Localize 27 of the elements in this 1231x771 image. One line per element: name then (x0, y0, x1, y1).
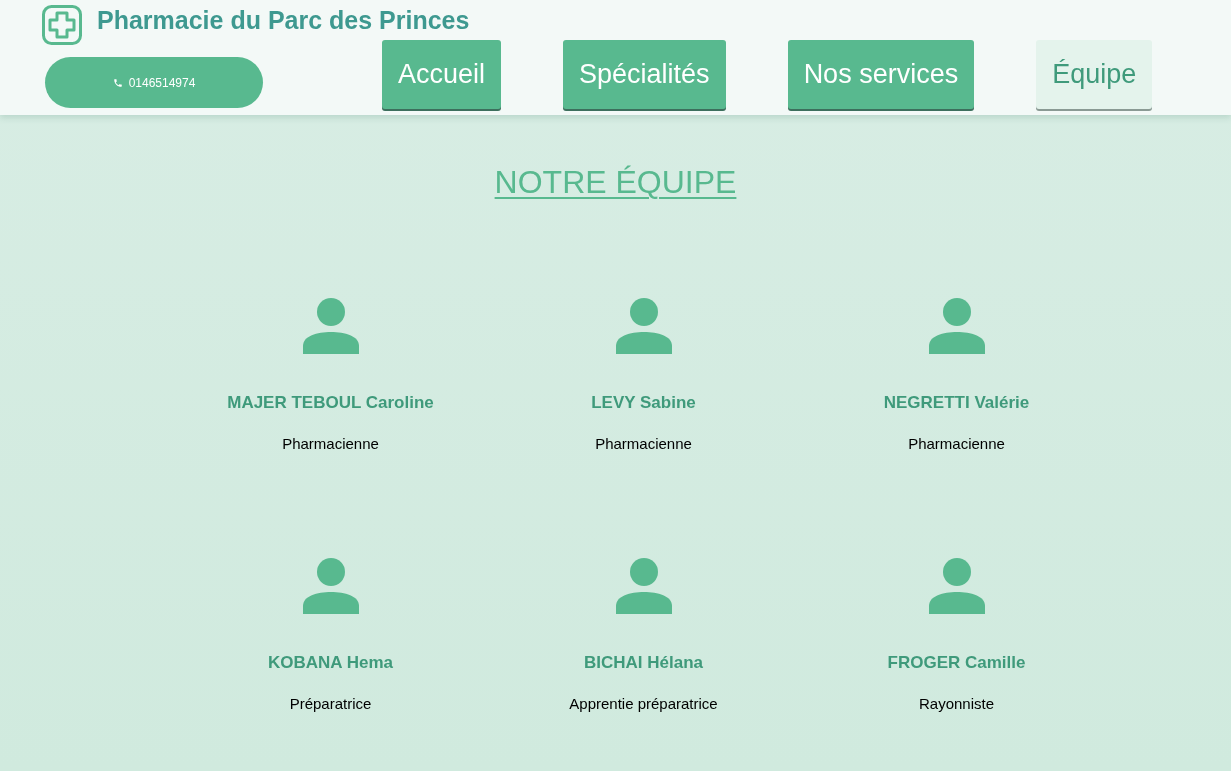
member-name: LEVY Sabine (591, 392, 696, 414)
cross-logo-icon (42, 5, 82, 45)
member-role: Apprentie préparatrice (569, 694, 718, 714)
phone-icon (112, 77, 123, 88)
person-icon (615, 298, 672, 354)
member-role: Pharmacienne (908, 434, 1005, 454)
member-name: KOBANA Hema (268, 652, 393, 674)
member-role: Rayonniste (918, 694, 994, 714)
person-icon (615, 558, 672, 614)
member-name: FROGER Camille (887, 652, 1026, 674)
member-name: BICHAI Hélana (584, 652, 703, 674)
person-icon (302, 558, 359, 614)
nav-tab[interactable]: Nos services (787, 40, 975, 109)
page-title: NOTRE ÉQUIPE (494, 163, 737, 201)
member-role: Pharmacienne (282, 434, 379, 454)
person-icon (928, 558, 985, 614)
nav-tab[interactable]: Spécialités (563, 40, 726, 109)
person-icon (302, 298, 359, 354)
nav-tab[interactable]: Équipe (1036, 40, 1153, 109)
person-icon (928, 298, 985, 354)
member-name: NEGRETTI Valérie (883, 392, 1030, 414)
pharmacy-title: Pharmacie du Parc des Princes (97, 5, 470, 35)
phone-button[interactable]: 0146514974 (45, 57, 263, 108)
member-role: Préparatrice (289, 694, 372, 714)
member-role: Pharmacienne (595, 434, 692, 454)
nav-tab[interactable]: Accueil (382, 40, 502, 109)
member-name: MAJER TEBOUL Caroline (227, 392, 434, 414)
